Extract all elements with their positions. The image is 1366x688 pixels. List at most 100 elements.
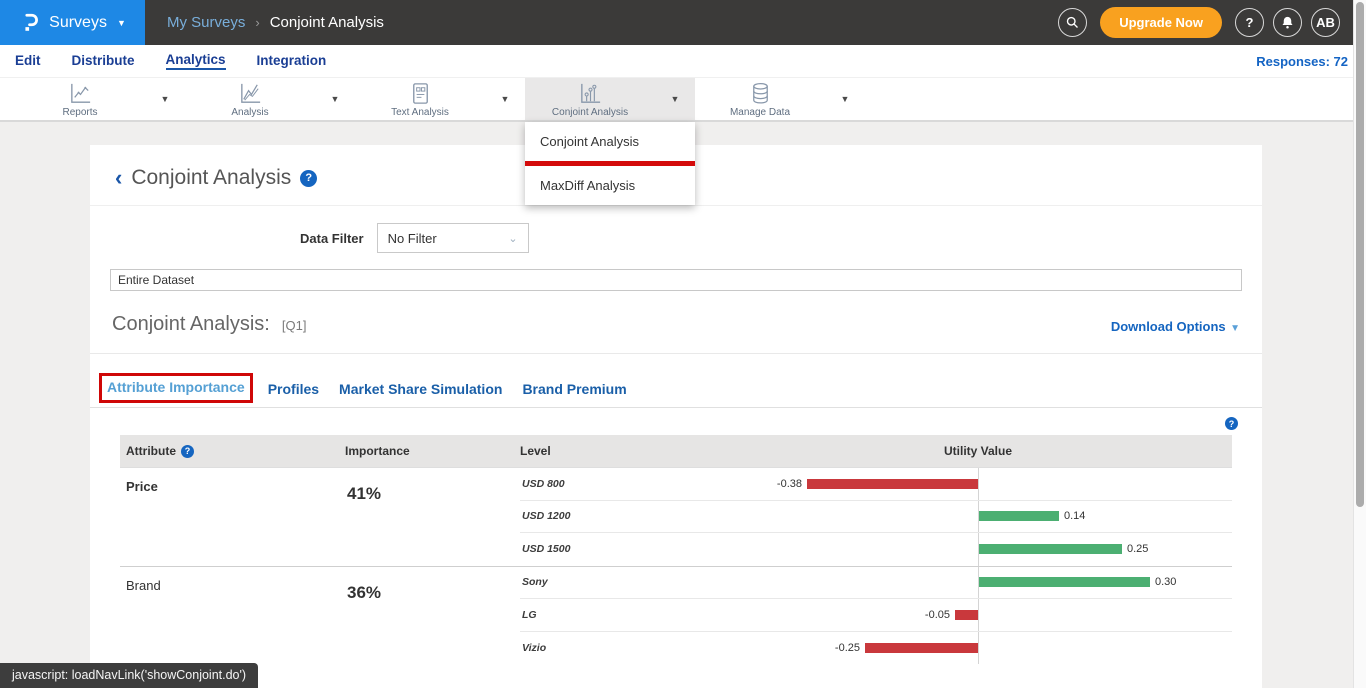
- utility-value-label: -0.25: [835, 642, 860, 654]
- conjoint-analysis-caret-down-icon[interactable]: ▼: [655, 78, 695, 120]
- manage-data-database-icon: [748, 81, 773, 106]
- product-switcher[interactable]: Surveys ▼: [0, 0, 145, 45]
- utility-value-label: 0.30: [1155, 576, 1176, 588]
- attribute-help-icon[interactable]: ?: [181, 445, 194, 458]
- attribute-name: Price: [120, 468, 345, 566]
- level-label: USD 800: [520, 478, 705, 490]
- level-label: Vizio: [520, 642, 705, 654]
- download-caret-down-icon[interactable]: ▼: [1230, 323, 1240, 334]
- annotation-red-box: Attribute Importance: [99, 373, 253, 403]
- bell-icon: [1280, 15, 1295, 30]
- notifications-button[interactable]: [1273, 8, 1302, 37]
- text-analysis-caret-down-icon[interactable]: ▼: [485, 78, 525, 120]
- utility-value-label: -0.05: [925, 609, 950, 621]
- utility-table: Attribute ? Importance Level Utility Val…: [120, 435, 1232, 664]
- dropdown-item-maxdiff-analysis[interactable]: MaxDiff Analysis: [525, 166, 695, 205]
- result-tabs: Attribute Importance Profiles Market Sha…: [90, 354, 1262, 408]
- positive-utility-bar: [979, 544, 1122, 554]
- utility-bar-area: -0.05: [705, 599, 1232, 631]
- top-header: Surveys ▼ My Surveys › Conjoint Analysis…: [0, 0, 1366, 45]
- level-label: USD 1200: [520, 510, 705, 522]
- toolbar-text-analysis-label: Text Analysis: [391, 107, 449, 118]
- dataset-field[interactable]: Entire Dataset: [110, 269, 1242, 291]
- table-body: Price41%USD 800 -0.38 USD 1200 0.14 USD 1500…: [120, 467, 1232, 664]
- breadcrumb-my-surveys[interactable]: My Surveys: [167, 14, 245, 31]
- toolbar-manage-data[interactable]: Manage Data ▼: [695, 78, 865, 120]
- menu-item-edit[interactable]: Edit: [15, 53, 41, 69]
- menu-item-analytics[interactable]: Analytics: [166, 52, 226, 70]
- utility-value-label: 0.14: [1064, 510, 1085, 522]
- attribute-importance-value: 36%: [345, 567, 520, 665]
- tab-brand-premium[interactable]: Brand Premium: [512, 376, 636, 407]
- product-caret-down-icon: ▼: [117, 18, 126, 28]
- column-header-attribute: Attribute: [126, 444, 176, 458]
- toolbar-analysis-label: Analysis: [231, 107, 268, 118]
- menu-item-integration[interactable]: Integration: [257, 53, 327, 69]
- search-icon: [1065, 15, 1080, 30]
- dropdown-item-conjoint-analysis[interactable]: Conjoint Analysis: [525, 122, 695, 161]
- tab-profiles[interactable]: Profiles: [258, 376, 329, 407]
- toolbar-manage-data-label: Manage Data: [730, 107, 790, 118]
- upgrade-now-button[interactable]: Upgrade Now: [1100, 7, 1222, 38]
- utility-value-label: -0.38: [777, 478, 802, 490]
- data-filter-select[interactable]: No Filter ⌄: [377, 223, 529, 253]
- page-help-icon[interactable]: ?: [300, 170, 317, 187]
- data-filter-value: No Filter: [388, 231, 437, 246]
- tab-attribute-importance[interactable]: Attribute Importance: [107, 379, 245, 395]
- toolbar-reports[interactable]: Reports ▼: [15, 78, 185, 120]
- utility-bar-area: 0.25: [705, 533, 1232, 566]
- utility-value-label: 0.25: [1127, 543, 1148, 555]
- toolbar-text-analysis[interactable]: Text Analysis ▼: [355, 78, 525, 120]
- conjoint-dropdown-menu: Conjoint Analysis MaxDiff Analysis: [525, 122, 695, 205]
- dataset-value: Entire Dataset: [118, 273, 194, 287]
- search-button[interactable]: [1058, 8, 1087, 37]
- level-row: USD 1200 0.14: [520, 501, 1232, 534]
- table-header: Attribute ? Importance Level Utility Val…: [120, 435, 1232, 467]
- levels-list: USD 800 -0.38 USD 1200 0.14 USD 1500 0.25: [520, 468, 1232, 566]
- questionpro-logo-icon: [19, 12, 41, 34]
- level-label: USD 1500: [520, 543, 705, 555]
- attribute-group: Brand36%Sony0.30LG-0.05Vizio-0.25: [120, 566, 1232, 665]
- reports-caret-down-icon[interactable]: ▼: [145, 78, 185, 120]
- level-label: Sony: [520, 576, 705, 588]
- utility-bar-area: -0.25: [705, 632, 1232, 665]
- section-heading: Conjoint Analysis:: [112, 313, 270, 336]
- vertical-scrollbar[interactable]: [1353, 0, 1366, 688]
- negative-utility-bar: [865, 643, 978, 653]
- column-header-utility-value: Utility Value: [944, 444, 1012, 458]
- analysis-caret-down-icon[interactable]: ▼: [315, 78, 355, 120]
- download-options-link[interactable]: Download Options: [1111, 319, 1226, 334]
- negative-utility-bar: [807, 479, 978, 489]
- content-area: ‹ Conjoint Analysis ? Data Filter No Fil…: [0, 122, 1366, 688]
- page-title: Conjoint Analysis: [131, 166, 291, 190]
- help-button[interactable]: ?: [1235, 8, 1264, 37]
- breadcrumb: My Surveys › Conjoint Analysis: [167, 14, 384, 31]
- link-status-tooltip: javascript: loadNavLink('showConjoint.do…: [0, 663, 258, 688]
- level-row: Sony 0.30: [520, 567, 1232, 600]
- attribute-importance-value: 41%: [345, 468, 520, 566]
- level-row: USD 1500 0.25: [520, 533, 1232, 566]
- attribute-group: Price41%USD 800 -0.38 USD 1200 0.14 USD 1500…: [120, 467, 1232, 566]
- utility-bar-area: -0.38: [705, 468, 1232, 500]
- level-row: USD 800 -0.38: [520, 468, 1232, 501]
- responses-count[interactable]: Responses: 72: [1256, 54, 1348, 69]
- toolbar-reports-label: Reports: [62, 107, 97, 118]
- product-name: Surveys: [49, 14, 107, 32]
- avatar[interactable]: AB: [1311, 8, 1340, 37]
- table-help-icon[interactable]: ?: [1225, 417, 1238, 430]
- conjoint-analysis-card: ‹ Conjoint Analysis ? Data Filter No Fil…: [90, 145, 1262, 688]
- survey-menubar: Edit Distribute Analytics Integration Re…: [0, 45, 1366, 78]
- toolbar-analysis[interactable]: Analysis ▼: [185, 78, 355, 120]
- analysis-chart-icon: [238, 81, 263, 106]
- scrollbar-thumb[interactable]: [1356, 2, 1364, 507]
- menu-item-distribute[interactable]: Distribute: [72, 53, 135, 69]
- utility-bar-area: 0.14: [705, 501, 1232, 533]
- manage-data-caret-down-icon[interactable]: ▼: [825, 78, 865, 120]
- tab-market-share-simulation[interactable]: Market Share Simulation: [329, 376, 512, 407]
- select-chevron-down-icon: ⌄: [508, 232, 517, 245]
- toolbar-conjoint-analysis[interactable]: Conjoint Analysis ▼: [525, 78, 695, 120]
- breadcrumb-separator-icon: ›: [255, 15, 259, 30]
- negative-utility-bar: [955, 610, 978, 620]
- back-chevron-icon[interactable]: ‹: [115, 167, 122, 189]
- level-row: LG-0.05: [520, 599, 1232, 632]
